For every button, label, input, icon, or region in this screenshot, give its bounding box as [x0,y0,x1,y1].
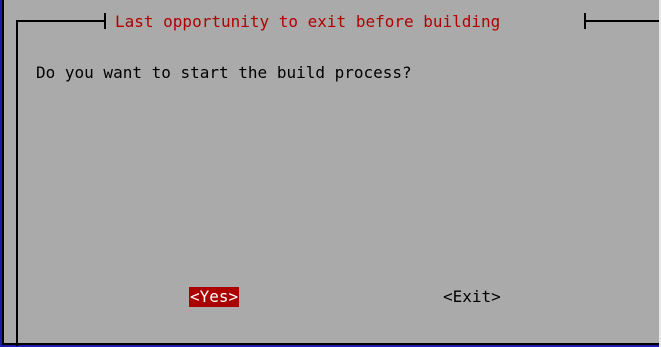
dialog-frame-top-left [16,20,104,22]
title-divider-left [104,13,106,29]
dialog-title: Last opportunity to exit before building [115,12,501,31]
exit-button[interactable]: <Exit> [442,287,502,307]
dialog-message: Do you want to start the build process? [36,63,412,82]
build-confirm-dialog: Last opportunity to exit before building… [2,0,661,346]
dialog-frame-left [16,20,18,346]
dialog-frame-top-right [584,20,661,22]
yes-button[interactable]: <Yes> [189,287,240,307]
